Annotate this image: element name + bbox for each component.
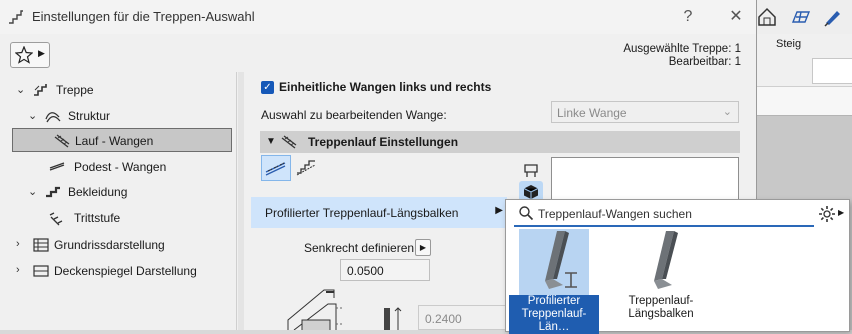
tree-scrollbar[interactable]	[238, 72, 244, 330]
selected-stair-count: Ausgewählte Treppe: 1	[623, 43, 741, 55]
collapse-triangle-icon[interactable]: ▼	[266, 136, 276, 147]
stringer-search-input[interactable]: Treppenlauf-Wangen suchen	[514, 203, 814, 227]
flight-stringer-image	[654, 231, 678, 289]
app-stair-icon	[9, 10, 23, 24]
expand-chevron-icon[interactable]: ⌄	[16, 83, 28, 96]
background-panel-header: Steig	[776, 38, 802, 50]
value-field-2[interactable]: 0.2400	[418, 305, 508, 330]
floorplan-icon	[33, 238, 49, 252]
background-field[interactable]	[812, 58, 852, 84]
edit-stringer-label: Auswahl zu bearbeitenden Wange:	[261, 108, 447, 122]
vertical-define-label: Senkrecht definieren	[304, 241, 415, 255]
settings-tree: ⌄ Treppe ⌄ Struktur Lauf - Wangen Podest…	[0, 72, 236, 330]
stepped-stringer-icon	[296, 160, 316, 176]
tree-item-podest-wangen[interactable]: Podest - Wangen	[12, 155, 232, 179]
value-2: 0.2400	[425, 312, 462, 326]
stair-icon	[34, 84, 47, 96]
finish-icon	[46, 186, 60, 198]
uniform-stringers-label: Einheitliche Wangen links und rechts	[279, 80, 492, 94]
tree-item-label: Bekleidung	[68, 185, 128, 199]
dialog-title: Einstellungen für die Treppen-Auswahl	[32, 9, 255, 24]
picker-options-button[interactable]: ▶	[816, 204, 844, 224]
tree-item-bekleidung[interactable]: ⌄ Bekleidung	[12, 180, 232, 204]
tree-item-lauf-wangen[interactable]: Lauf - Wangen	[12, 128, 232, 152]
value-field-1[interactable]: 0.0500	[340, 259, 430, 281]
stringer-stepped-button[interactable]	[292, 155, 322, 181]
house-icon[interactable]	[756, 6, 778, 28]
tree-item-treppe[interactable]: ⌄ Treppe	[12, 78, 232, 102]
chevron-down-icon: ⌄	[722, 106, 732, 118]
stringer-section-diagram	[287, 289, 344, 330]
tree-item-deckenspiegel[interactable]: › Deckenspiegel Darstellung	[12, 259, 232, 283]
uniform-stringers-checkbox[interactable]: ✓	[261, 81, 274, 94]
ceiling-plan-icon	[33, 265, 49, 277]
tree-item-label: Podest - Wangen	[74, 160, 167, 174]
tree-item-grundrissdarstellung[interactable]: › Grundrissdarstellung	[12, 233, 232, 257]
tile-profiled-stringer[interactable]: Profilierter Treppenlauf-Län…	[509, 229, 599, 334]
close-button[interactable]: ✕	[722, 4, 750, 30]
tree-item-label: Trittstufe	[74, 211, 121, 225]
options-arrow-icon: ▶	[838, 208, 845, 217]
background-toolbar	[756, 0, 852, 35]
collapse-chevron-icon[interactable]: ›	[16, 264, 28, 276]
landing-stringer-icon	[49, 162, 65, 171]
grid-plane-icon[interactable]	[790, 6, 812, 28]
search-icon	[519, 206, 534, 221]
editable-count: Bearbeitbar: 1	[668, 56, 741, 68]
tree-item-label: Treppe	[56, 83, 94, 97]
tree-item-label: Deckenspiegel Darstellung	[54, 264, 197, 278]
tree-item-label: Lauf - Wangen	[75, 134, 154, 148]
profile-menu-label: Profilierter Treppenlauf-Längsbalken	[265, 206, 459, 220]
favorites-arrow-icon: ▶	[38, 48, 45, 58]
structure-icon	[45, 112, 61, 123]
help-button[interactable]: ?	[674, 4, 702, 30]
edit-stringer-select[interactable]: Linke Wange ⌄	[551, 101, 739, 123]
flight-stringer-icon	[281, 135, 297, 149]
stringer-straight-button[interactable]	[261, 155, 291, 181]
background-band	[756, 86, 852, 116]
profile-menu-item[interactable]: Profilierter Treppenlauf-Längsbalken ▶	[251, 197, 507, 228]
search-placeholder: Treppenlauf-Wangen suchen	[538, 207, 692, 221]
tree-item-label: Grundrissdarstellung	[54, 238, 165, 252]
section-title: Treppenlauf Einstellungen	[308, 135, 459, 149]
tread-icon	[49, 212, 63, 226]
favorites-button[interactable]: ▶	[10, 42, 50, 68]
flight-stringer-icon	[54, 134, 70, 148]
height-dimension-icon	[384, 307, 402, 330]
tile-label: Treppenlauf-Längsbalken	[628, 295, 694, 320]
tree-divider	[236, 72, 237, 330]
value-1: 0.0500	[347, 264, 384, 278]
expand-chevron-icon[interactable]: ⌄	[28, 109, 40, 122]
cube-icon	[523, 185, 539, 199]
submenu-arrow-icon: ▶	[495, 205, 503, 216]
gear-icon	[819, 206, 835, 222]
title-bar: Einstellungen für die Treppen-Auswahl ? …	[0, 0, 756, 34]
expand-chevron-icon[interactable]: ⌄	[28, 185, 40, 198]
stringer-picker-popup: Treppenlauf-Wangen suchen ▶ Profilierter…	[505, 199, 850, 334]
tile-flight-stringer[interactable]: Treppenlauf-Längsbalken	[616, 229, 706, 329]
flight-stringer-thumbnail	[626, 229, 696, 295]
edit-stringer-value: Linke Wange	[557, 106, 627, 120]
favorites-star-icon	[15, 46, 33, 64]
section-header-stair-flight[interactable]: ▼ Treppenlauf Einstellungen	[260, 131, 740, 153]
straight-stringer-icon	[265, 162, 286, 176]
elevation-view-icon[interactable]	[522, 161, 540, 179]
tile-label: Profilierter Treppenlauf-Län…	[509, 295, 599, 334]
tree-item-trittstufe[interactable]: Trittstufe	[12, 206, 232, 230]
collapse-chevron-icon[interactable]: ›	[16, 238, 28, 250]
tree-item-struktur[interactable]: ⌄ Struktur	[12, 104, 232, 128]
vertical-define-button[interactable]: ▶	[415, 239, 431, 256]
profiled-stringer-image	[545, 231, 577, 289]
tree-item-label: Struktur	[68, 109, 111, 123]
profiled-stringer-thumbnail	[519, 229, 589, 295]
brush-icon[interactable]	[822, 6, 844, 28]
